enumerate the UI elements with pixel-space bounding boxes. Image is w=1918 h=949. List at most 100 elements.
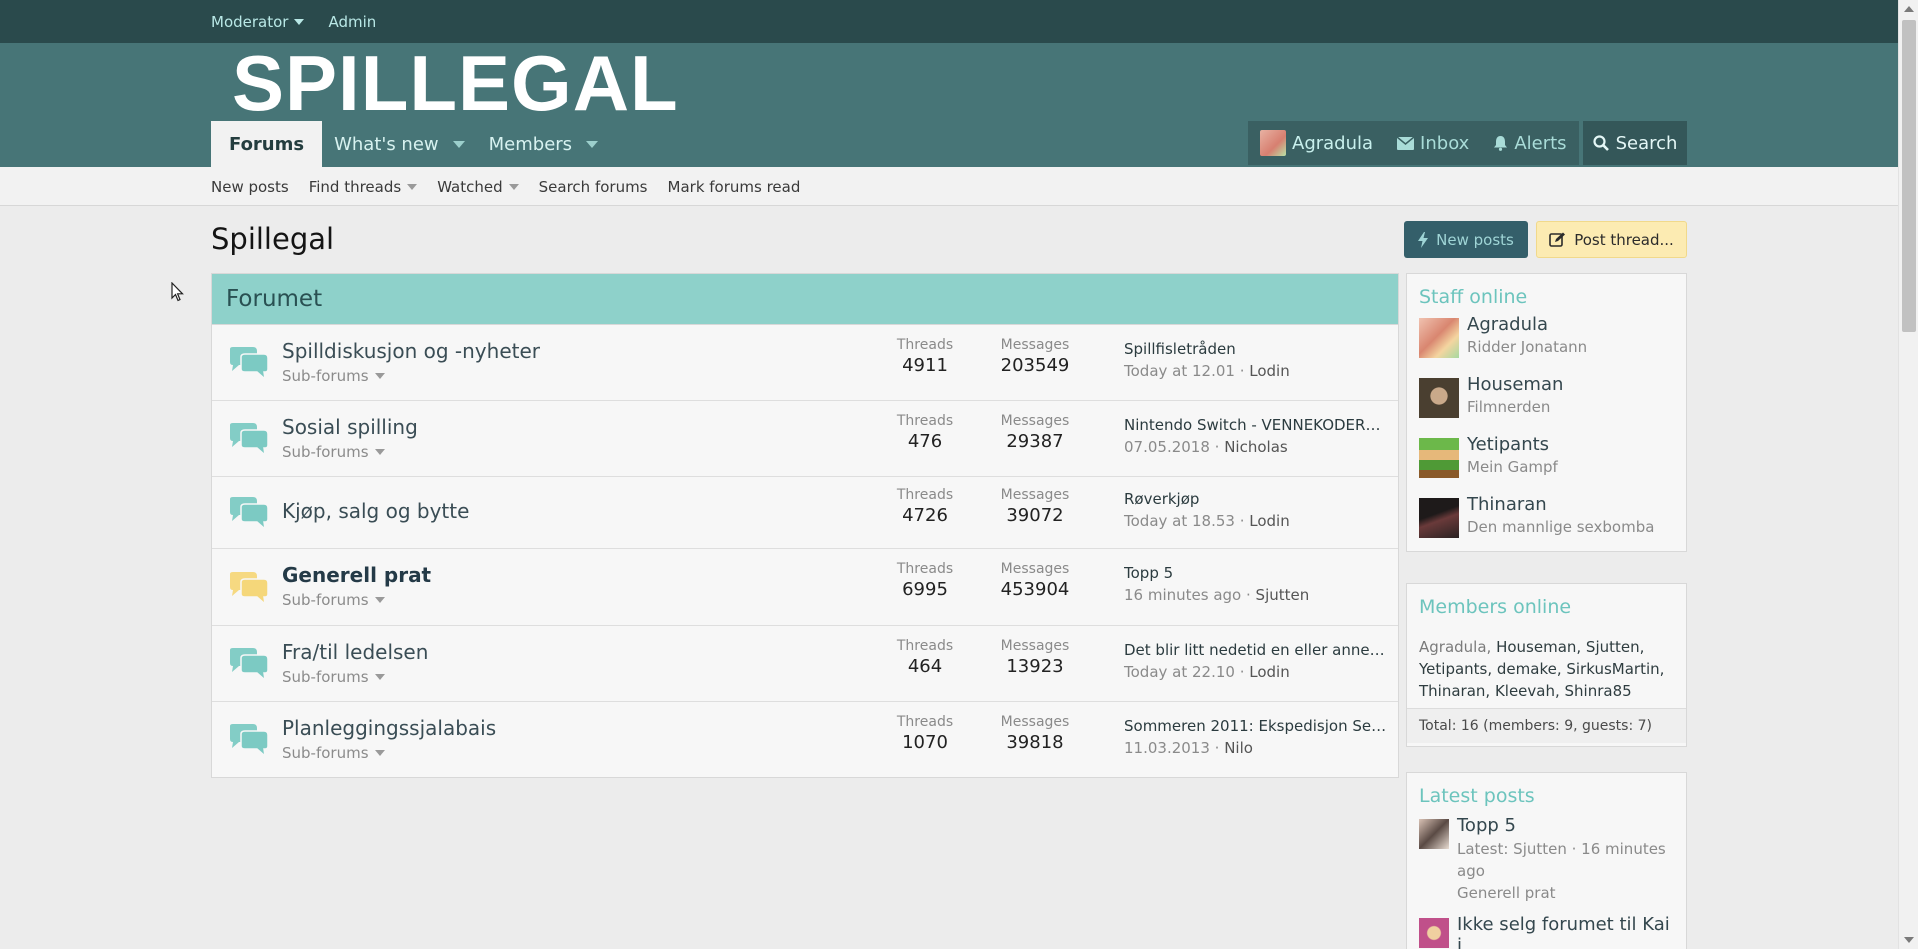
forum-title[interactable]: Spilldiskusjon og -nyheter xyxy=(282,339,540,363)
avatar[interactable] xyxy=(1419,918,1449,948)
forum-icon[interactable] xyxy=(226,571,270,609)
latest-thread-time[interactable]: 07.05.2018 xyxy=(1124,438,1210,456)
latest-thread-user[interactable]: Lodin xyxy=(1249,362,1289,380)
member-link[interactable]: Agradula, xyxy=(1419,638,1491,656)
sub-forums-toggle[interactable]: Sub-forums xyxy=(282,668,385,686)
latest-thread: Nintendo Switch - VENNEKODER??... 07.05.2… xyxy=(1124,416,1388,456)
moderator-label: Moderator xyxy=(211,12,289,31)
latest-thread-time[interactable]: Today at 18.53 xyxy=(1124,512,1235,530)
latest-thread-time[interactable]: 16 minutes ago xyxy=(1124,586,1241,604)
chevron-down-icon xyxy=(407,183,418,190)
latest-post-title[interactable]: Topp 5 xyxy=(1457,815,1666,836)
threads-count: 1070 xyxy=(902,732,948,753)
latest-thread-title[interactable]: Topp 5 xyxy=(1124,564,1388,582)
alerts-label: Alerts xyxy=(1514,132,1567,154)
search-button[interactable]: Search xyxy=(1583,121,1687,165)
staff-name[interactable]: Agradula xyxy=(1467,314,1587,335)
staff-name[interactable]: Thinaran xyxy=(1467,494,1654,515)
forum-icon[interactable] xyxy=(226,647,270,685)
tab-forums[interactable]: Forums xyxy=(211,121,323,167)
latest-thread-title[interactable]: Sommeren 2011: Ekspedisjon Seoul xyxy=(1124,717,1388,735)
messages-stat: Messages 453904 xyxy=(990,561,1080,600)
latest-thread-user[interactable]: Sjutten xyxy=(1256,586,1310,604)
inbox-link[interactable]: Inbox xyxy=(1385,121,1481,165)
forum-icon[interactable] xyxy=(226,496,270,534)
threads-stat: Threads 4911 xyxy=(880,337,970,376)
new-posts-button[interactable]: New posts xyxy=(1404,221,1528,258)
latest-thread-title[interactable]: Det blir litt nedetid en eller annen ... xyxy=(1124,641,1388,659)
latest-post-forum[interactable]: Generell prat xyxy=(1457,882,1666,904)
chevron-down-icon[interactable] xyxy=(452,140,465,148)
latest-thread-time[interactable]: 11.03.2013 xyxy=(1124,739,1210,757)
staff-member: Thinaran Den mannlige sexbomba xyxy=(1419,494,1674,554)
search-forums-link[interactable]: Search forums xyxy=(539,178,648,196)
tab-members[interactable]: Members xyxy=(477,121,610,167)
latest-thread-time[interactable]: Today at 22.10 xyxy=(1124,663,1235,681)
chevron-down-icon[interactable] xyxy=(586,140,599,148)
avatar[interactable] xyxy=(1419,438,1459,478)
avatar[interactable] xyxy=(1419,819,1449,849)
latest-thread-user[interactable]: Nicholas xyxy=(1224,438,1288,456)
sub-forums-toggle[interactable]: Sub-forums xyxy=(282,744,385,762)
chevron-down-icon xyxy=(508,183,519,190)
forum-icon[interactable] xyxy=(226,346,270,384)
forum-title[interactable]: Sosial spilling xyxy=(282,415,418,439)
member-link[interactable]: Yetipants, demake, SirkusMartin, xyxy=(1419,660,1664,678)
sub-forums-toggle[interactable]: Sub-forums xyxy=(282,443,385,461)
category-header[interactable]: Forumet xyxy=(212,274,1398,325)
mark-forums-read-link[interactable]: Mark forums read xyxy=(668,178,801,196)
latest-thread-user[interactable]: Lodin xyxy=(1249,663,1289,681)
forum-row: Sosial spilling Sub-forums Threads 476 Messa… xyxy=(212,401,1398,477)
forum-title[interactable]: Fra/til ledelsen xyxy=(282,640,428,664)
avatar[interactable] xyxy=(1419,498,1459,538)
messages-label: Messages xyxy=(1000,714,1070,730)
scroll-down-arrow-icon[interactable] xyxy=(1904,937,1914,943)
tab-whats-new[interactable]: What's new xyxy=(322,121,477,167)
chevron-down-icon xyxy=(294,18,305,25)
forum-title[interactable]: Generell prat xyxy=(282,563,431,587)
new-posts-link[interactable]: New posts xyxy=(211,178,289,196)
latest-thread: Røverkjøp Today at 18.53 · Lodin xyxy=(1124,490,1388,530)
page-scrollbar[interactable] xyxy=(1898,0,1918,949)
sub-forums-toggle[interactable]: Sub-forums xyxy=(282,367,385,385)
forum-bubbles-icon xyxy=(230,648,269,682)
site-logo[interactable]: SPILLEGAL xyxy=(232,44,679,122)
staff-name[interactable]: Yetipants xyxy=(1467,434,1558,455)
sub-forums-label: Sub-forums xyxy=(282,443,369,461)
forum-bubbles-icon xyxy=(230,423,269,457)
avatar[interactable] xyxy=(1419,318,1459,358)
staff-online-title[interactable]: Staff online xyxy=(1407,274,1686,308)
latest-thread-title[interactable]: Røverkjøp xyxy=(1124,490,1388,508)
scroll-thumb[interactable] xyxy=(1902,20,1916,332)
sub-forums-toggle[interactable]: Sub-forums xyxy=(282,591,385,609)
latest-thread-time[interactable]: Today at 12.01 xyxy=(1124,362,1235,380)
moderator-menu[interactable]: Moderator xyxy=(211,12,305,31)
latest-post-meta: ago xyxy=(1457,862,1485,880)
member-link[interactable]: Houseman, Sjutten, xyxy=(1491,638,1644,656)
account-link[interactable]: Agradula xyxy=(1248,121,1385,165)
forum-icon[interactable] xyxy=(226,723,270,761)
forum-icon[interactable] xyxy=(226,422,270,460)
latest-thread-user[interactable]: Lodin xyxy=(1249,512,1289,530)
watched-menu[interactable]: Watched xyxy=(437,177,519,196)
messages-label: Messages xyxy=(1000,487,1070,503)
latest-post-title[interactable]: Ikke selg forumet til Kai i xyxy=(1457,914,1674,949)
watched-label: Watched xyxy=(437,177,503,196)
avatar[interactable] xyxy=(1419,378,1459,418)
forum-title[interactable]: Kjøp, salg og bytte xyxy=(282,499,469,523)
forum-title[interactable]: Planleggingssjalabais xyxy=(282,716,496,740)
alerts-link[interactable]: Alerts xyxy=(1481,121,1578,165)
latest-posts-title[interactable]: Latest posts xyxy=(1407,773,1686,807)
scroll-up-arrow-icon[interactable] xyxy=(1904,6,1914,12)
find-threads-menu[interactable]: Find threads xyxy=(309,178,418,196)
admin-link[interactable]: Admin xyxy=(328,13,376,31)
latest-thread-user[interactable]: Nilo xyxy=(1224,739,1253,757)
staff-name[interactable]: Houseman xyxy=(1467,374,1563,395)
sub-forums-label: Sub-forums xyxy=(282,744,369,762)
members-online-title[interactable]: Members online xyxy=(1407,584,1686,618)
post-thread-button[interactable]: Post thread... xyxy=(1536,221,1687,258)
member-link[interactable]: Thinaran, Kleevah, Shinra85 xyxy=(1419,682,1632,700)
site-header: SPILLEGAL Forums What's new Members Agra… xyxy=(0,43,1898,167)
latest-thread-title[interactable]: Spillfisletråden xyxy=(1124,340,1388,358)
latest-thread-title[interactable]: Nintendo Switch - VENNEKODER??... xyxy=(1124,416,1388,434)
